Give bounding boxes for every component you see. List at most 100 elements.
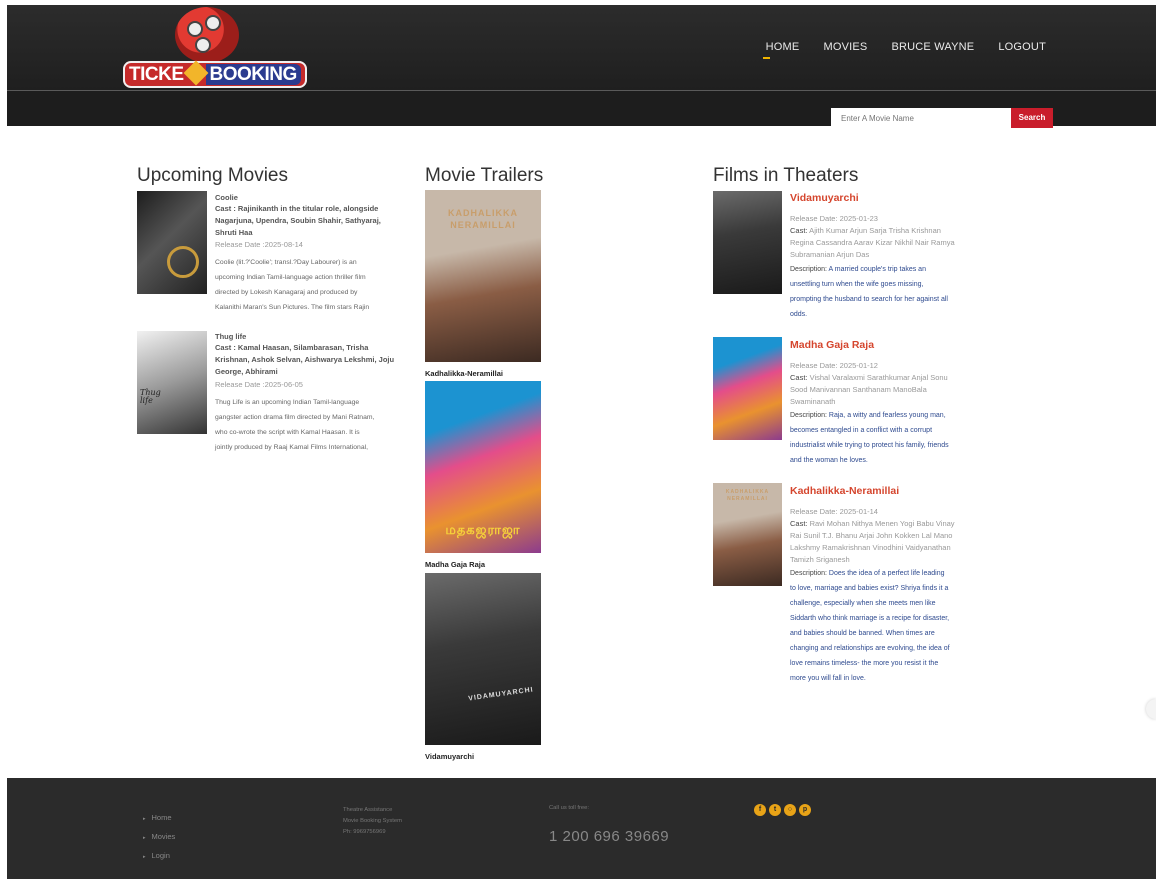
desc-line: Coolie (lit.?'Coolie'; transl.?Day Labou… <box>215 259 357 266</box>
nav-home[interactable]: HOME <box>762 41 800 59</box>
desc-line: industrialist while trying to protect hi… <box>790 442 949 449</box>
desc-line: Raja, a witty and fearless young man, <box>826 412 946 419</box>
desc-line: changing and relationships are evolving,… <box>790 645 950 652</box>
desc-line: love remains timeless- the more you resi… <box>790 660 939 667</box>
footer-link-login[interactable]: ▸ Login <box>143 846 181 865</box>
chevron-right-icon: ▸ <box>143 816 146 822</box>
theater-description: Description: A married couple's trip tak… <box>790 262 948 322</box>
desc-line: Kalanithi Maran's Sun Pictures. The film… <box>215 304 370 311</box>
desc-line: Siddarth who think marriage is a recipe … <box>790 615 950 622</box>
desc-line: upcoming Indian Tamil-language action th… <box>215 274 366 281</box>
cast-label: Cast: <box>790 226 808 235</box>
poster-title-a: VIDAMUYARCHI <box>467 686 535 703</box>
theater-poster-vidamuyarchi[interactable] <box>713 191 782 294</box>
cast-line: George, Abhirami <box>215 367 278 376</box>
twitter-icon[interactable]: t <box>769 804 781 816</box>
footer-link-home[interactable]: ▸ Home <box>143 808 181 827</box>
desc-line: gangster action drama film directed by M… <box>215 414 375 421</box>
desc-line: odds. <box>790 311 808 318</box>
cast-line: Ajith Kumar Arjun Sarja Trisha Krishnan <box>807 226 941 235</box>
poster-title-a: KADHALIKKA <box>725 489 770 495</box>
trailer-poster-kadhalikka[interactable]: KADHALIKKA NERAMILLAI <box>425 190 541 362</box>
desc-line: A married couple's trip takes an <box>826 266 926 273</box>
upcoming-title: Coolie <box>215 193 238 202</box>
desc-line: challenge, especially when she meets men… <box>790 600 936 607</box>
main-nav: HOME MOVIES BRUCE WAYNE LOGOUT <box>742 41 1046 59</box>
poster-title-a: மதகஜராஜா <box>445 523 521 538</box>
side-scroll-handle[interactable] <box>1146 699 1156 719</box>
nav-logout[interactable]: LOGOUT <box>998 41 1046 53</box>
theater-description: Description: Raja, a witty and fearless … <box>790 408 949 468</box>
footer-link-movies[interactable]: ▸ Movies <box>143 827 181 846</box>
cast-line: Cast : Rajinikanth in the titular role, … <box>215 204 379 213</box>
upcoming-description: Coolie (lit.?'Coolie'; transl.?Day Labou… <box>215 255 369 315</box>
cast-line: Rai Sunil T.J. Bhanu Arjai John Kokken L… <box>790 531 953 540</box>
address-line: Theatre Assistance <box>343 807 393 813</box>
upcoming-description: Thug Life is an upcoming Indian Tamil-la… <box>215 395 374 455</box>
footer-address: Theatre Assistance Movie Booking System … <box>343 805 402 838</box>
chevron-right-icon: ▸ <box>143 854 146 860</box>
desc-line: unsettling turn when the wife goes missi… <box>790 281 924 288</box>
trailer-caption[interactable]: Madha Gaja Raja <box>425 560 485 569</box>
ticket-icon <box>183 60 208 86</box>
theater-title[interactable]: Vidamuyarchi <box>790 192 859 204</box>
theater-title[interactable]: Kadhalikka-Neramillai <box>790 485 899 497</box>
footer-call-label: Call us toll free: <box>549 805 589 811</box>
footer-link-label: Home <box>151 813 172 822</box>
theater-cast: Cast: Ravi Mohan Nithya Menen Yogi Babu … <box>790 518 955 566</box>
cast-line: Shruti Haa <box>215 228 253 237</box>
upcoming-heading: Upcoming Movies <box>137 165 288 186</box>
globe-icon[interactable]: ○ <box>784 804 796 816</box>
trailer-caption[interactable]: Vidamuyarchi <box>425 752 474 761</box>
poster-script: Thug life <box>140 388 161 405</box>
trailer-poster-madha-gaja-raja[interactable]: மதகஜராஜா <box>425 381 541 553</box>
facebook-icon[interactable]: f <box>754 804 766 816</box>
upcoming-release-date: Release Date :2025-08-14 <box>215 240 303 249</box>
trailer-poster-vidamuyarchi[interactable]: VIDAMUYARCHI <box>425 573 541 745</box>
pinterest-icon[interactable]: p <box>799 804 811 816</box>
desc-line: prompting the husband to search for her … <box>790 296 948 303</box>
theater-cast: Cast: Ajith Kumar Arjun Sarja Trisha Kri… <box>790 225 955 261</box>
address-line: Movie Booking System <box>343 818 402 824</box>
theater-release-date: Release Date: 2025-01-12 <box>790 361 878 370</box>
upcoming-poster-thug-life[interactable]: Thug life <box>137 331 207 434</box>
cast-line: Regina Cassandra Aarav Kizar Nikhil Nair… <box>790 238 955 247</box>
theater-description: Description: Does the idea of a perfect … <box>790 566 950 686</box>
desc-line: Does the idea of a perfect life leading <box>826 570 945 577</box>
cast-line: Nagarjuna, Upendra, Soubin Shahir, Sathy… <box>215 216 381 225</box>
nav-movies[interactable]: MOVIES <box>823 41 867 53</box>
search-button[interactable]: Search <box>1011 108 1053 128</box>
page: TICKE BOOKING HOME MOVIES BRUCE WAYNE LOG… <box>7 5 1156 879</box>
cast-line: Sood Manivannan Santhanam ManoBala <box>790 385 927 394</box>
poster-title-a: KADHALIKKA <box>448 208 518 218</box>
theater-release-date: Release Date: 2025-01-23 <box>790 214 878 223</box>
upcoming-title: Thug life <box>215 332 247 341</box>
desc-label: Description: <box>790 412 827 419</box>
desc-line: jointly produced by Raaj Kamal Films Int… <box>215 444 369 451</box>
footer-link-label: Login <box>151 851 170 860</box>
site-logo[interactable]: TICKE BOOKING <box>117 7 307 89</box>
theater-poster-kadhalikka[interactable]: KADHALIKKA NERAMILLAI <box>713 483 782 586</box>
cast-line: Swaminanath <box>790 397 836 406</box>
theater-title[interactable]: Madha Gaja Raja <box>790 339 874 351</box>
theater-release-date: Release Date: 2025-01-14 <box>790 507 878 516</box>
logo-wordmark: TICKE BOOKING <box>123 60 307 88</box>
cast-line: Lakshmy Ramakrishnan Vinodhini Vaidyanat… <box>790 543 951 552</box>
theaters-heading: Films in Theaters <box>713 165 859 186</box>
trailer-caption[interactable]: Kadhalikka-Neramillai <box>425 369 503 378</box>
desc-line: directed by Lokesh Kanagaraj and produce… <box>215 289 358 296</box>
desc-label: Description: <box>790 266 827 273</box>
desc-line: becomes entangled in a conflict with a c… <box>790 427 933 434</box>
theater-poster-madha-gaja-raja[interactable] <box>713 337 782 440</box>
logo-text-ticket: TICKE <box>129 64 184 85</box>
nav-user-bruce-wayne[interactable]: BRUCE WAYNE <box>891 41 974 53</box>
cast-line: Cast : Kamal Haasan, Silambarasan, Trish… <box>215 343 369 352</box>
cast-line: Krishnan, Ashok Selvan, Aishwarya Lekshm… <box>215 355 395 364</box>
footer-phone: 1 200 696 39669 <box>549 828 670 845</box>
address-line: Ph: 9969756969 <box>343 829 386 835</box>
cast-line: Ravi Mohan Nithya Menen Yogi Babu Vinay <box>807 519 955 528</box>
poster-title-b: NERAMILLAI <box>727 496 768 502</box>
movie-search-input[interactable] <box>831 108 1011 128</box>
upcoming-poster-coolie[interactable] <box>137 191 207 294</box>
footer-links: ▸ Home ▸ Movies ▸ Login <box>143 808 181 865</box>
